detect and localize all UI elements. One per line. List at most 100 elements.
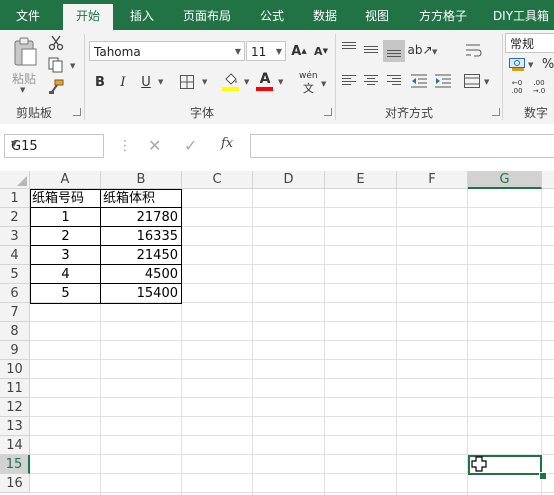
- cell-b6[interactable]: 15400: [101, 284, 181, 303]
- column-header-g[interactable]: G: [468, 171, 542, 189]
- row-header-1[interactable]: 1: [0, 189, 30, 208]
- cancel-icon[interactable]: ✕: [148, 136, 161, 155]
- decrease-decimal-icon[interactable]: .00 →.0: [530, 78, 548, 96]
- align-left-icon[interactable]: [342, 75, 356, 87]
- fill-handle[interactable]: [539, 472, 547, 480]
- column-header-e[interactable]: E: [325, 171, 397, 189]
- row-header-3[interactable]: 3: [0, 227, 30, 246]
- wrap-text-icon[interactable]: [464, 41, 484, 59]
- font-size-value: 11: [251, 45, 267, 59]
- name-box[interactable]: G15 ▼: [4, 134, 104, 158]
- borders-icon[interactable]: [178, 72, 196, 92]
- tab-view[interactable]: 视图: [355, 0, 399, 30]
- row-header-15[interactable]: 15: [0, 455, 30, 474]
- tab-insert[interactable]: 插入: [120, 0, 164, 30]
- accounting-format-icon[interactable]: [508, 56, 526, 72]
- align-center-icon[interactable]: [364, 75, 378, 87]
- number-format-dropdown[interactable]: 常规: [505, 33, 554, 53]
- insert-function-icon[interactable]: fx: [221, 136, 233, 151]
- underline-dropdown-icon[interactable]: ▼: [158, 78, 163, 86]
- phonetic-dropdown-icon[interactable]: ▼: [321, 80, 326, 88]
- row-header-2[interactable]: 2: [0, 208, 30, 227]
- column-header-d[interactable]: D: [253, 171, 325, 189]
- increase-font-size-icon[interactable]: A ▲: [291, 41, 307, 61]
- paste-icon[interactable]: [10, 36, 40, 68]
- copy-icon[interactable]: [46, 56, 66, 74]
- accounting-dropdown-icon[interactable]: ▼: [528, 61, 533, 69]
- merge-center-icon[interactable]: [462, 72, 482, 90]
- phonetic-guide-icon[interactable]: 文: [303, 80, 314, 96]
- cell-b1[interactable]: 纸箱体积: [103, 189, 181, 208]
- paste-dropdown-icon[interactable]: ▼: [20, 86, 25, 94]
- number-group-label: 数字: [524, 106, 549, 120]
- cell-a6[interactable]: 5: [30, 284, 101, 303]
- formula-input[interactable]: [250, 134, 554, 158]
- row-header-10[interactable]: 10: [0, 360, 30, 379]
- row-header-14[interactable]: 14: [0, 436, 30, 455]
- cell-a1[interactable]: 纸箱号码: [32, 189, 100, 208]
- row-header-12[interactable]: 12: [0, 398, 30, 417]
- orientation-dropdown-icon[interactable]: ▼: [432, 48, 437, 56]
- clipboard-launcher-icon[interactable]: [73, 108, 81, 116]
- row-header-9[interactable]: 9: [0, 341, 30, 360]
- format-painter-icon[interactable]: [46, 78, 66, 96]
- align-top-icon[interactable]: [342, 42, 356, 51]
- italic-button[interactable]: I: [115, 72, 131, 92]
- row-header-4[interactable]: 4: [0, 246, 30, 265]
- column-header-b[interactable]: B: [101, 171, 182, 189]
- row-header-16[interactable]: 16: [0, 474, 30, 493]
- select-all-button[interactable]: [0, 171, 30, 189]
- cell-a5[interactable]: 4: [30, 265, 101, 284]
- cut-icon[interactable]: [46, 34, 66, 52]
- enter-icon[interactable]: ✓: [184, 136, 197, 155]
- row-header-6[interactable]: 6: [0, 284, 30, 303]
- align-right-icon[interactable]: [387, 75, 401, 87]
- font-color-dropdown-icon[interactable]: ▼: [278, 78, 283, 86]
- cell-a4[interactable]: 3: [30, 246, 101, 265]
- cell-b5[interactable]: 4500: [101, 265, 181, 284]
- column-header-h[interactable]: [542, 171, 554, 189]
- tab-formulas[interactable]: 公式: [250, 0, 294, 30]
- tab-page-layout[interactable]: 页面布局: [174, 0, 240, 30]
- tab-fangfang[interactable]: 方方格子: [410, 0, 476, 30]
- row-header-8[interactable]: 8: [0, 322, 30, 341]
- row-header-11[interactable]: 11: [0, 379, 30, 398]
- alignment-launcher-icon[interactable]: [492, 108, 500, 116]
- underline-button[interactable]: U: [138, 72, 154, 92]
- column-header-a[interactable]: A: [30, 171, 101, 189]
- increase-decimal-icon[interactable]: ←0.00: [508, 78, 526, 96]
- tab-file[interactable]: 文件: [6, 0, 50, 30]
- increase-indent-icon[interactable]: [433, 72, 453, 90]
- decrease-font-size-icon[interactable]: A ▼: [313, 41, 329, 61]
- copy-dropdown-icon[interactable]: ▼: [70, 62, 75, 70]
- font-name-dropdown[interactable]: Tahoma ▼: [89, 41, 245, 61]
- tab-diy-toolbox[interactable]: DIY工具箱: [488, 0, 554, 30]
- tab-data[interactable]: 数据: [303, 0, 347, 30]
- font-color-icon[interactable]: A: [257, 70, 273, 88]
- column-header-f[interactable]: F: [397, 171, 468, 189]
- row-header-7[interactable]: 7: [0, 303, 30, 322]
- cell-cursor-icon: [471, 456, 487, 475]
- fill-color-dropdown-icon[interactable]: ▼: [244, 78, 249, 86]
- align-middle-icon[interactable]: [364, 46, 378, 55]
- bold-button[interactable]: B: [92, 72, 108, 92]
- font-size-dropdown[interactable]: 11 ▼: [246, 41, 286, 61]
- paste-label[interactable]: 粘贴: [12, 70, 36, 87]
- cell-a3[interactable]: 2: [30, 227, 101, 246]
- row-header-13[interactable]: 13: [0, 417, 30, 436]
- cell-b3[interactable]: 16335: [101, 227, 181, 246]
- cell-b4[interactable]: 21450: [101, 246, 181, 265]
- merge-dropdown-icon[interactable]: ▼: [484, 78, 489, 86]
- cell-a2[interactable]: 1: [30, 208, 101, 227]
- percent-icon[interactable]: %: [542, 56, 554, 72]
- cell-b2[interactable]: 21780: [101, 208, 181, 227]
- row-header-5[interactable]: 5: [0, 265, 30, 284]
- column-header-c[interactable]: C: [182, 171, 253, 189]
- formula-bar-drag-handle[interactable]: ⋮: [118, 138, 132, 154]
- chevron-down-icon[interactable]: ▼: [11, 139, 98, 148]
- borders-dropdown-icon[interactable]: ▼: [202, 78, 207, 86]
- decrease-indent-icon[interactable]: [409, 72, 429, 90]
- fill-color-icon[interactable]: [222, 70, 240, 88]
- orientation-icon[interactable]: ab↗: [407, 42, 432, 58]
- font-launcher-icon[interactable]: [324, 108, 332, 116]
